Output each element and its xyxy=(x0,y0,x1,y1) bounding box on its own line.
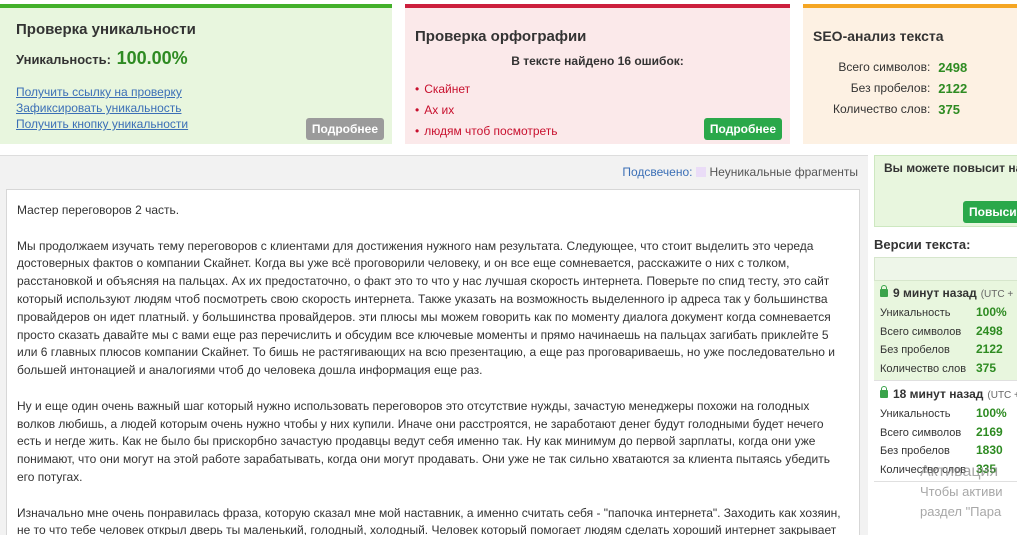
text-paragraph: Мы продолжаем изучать тему переговоров с… xyxy=(17,238,835,378)
seo-label: Количество слов: xyxy=(833,102,931,116)
highlight-swatch-icon xyxy=(696,167,707,177)
version-label: Всего символов xyxy=(880,426,962,439)
uniqueness-line: Уникальность: 100.00% xyxy=(16,48,188,69)
version-time: 9 минут назад (UTC + xyxy=(880,284,1017,304)
promo-button[interactable]: Повысит xyxy=(963,201,1017,223)
version-label: Всего символов xyxy=(880,325,962,338)
version-row: Без пробелов 2122 xyxy=(880,341,1017,360)
seo-label: Всего символов: xyxy=(838,60,931,74)
version-label: Без пробелов xyxy=(880,445,950,457)
version-time-text: 9 минут назад xyxy=(893,286,977,300)
seo-label: Без пробелов: xyxy=(850,81,931,95)
versions-title: Версии текста: xyxy=(874,237,971,252)
version-time-text: 18 минут назад xyxy=(893,387,984,401)
spelling-panel: Проверка орфографии В тексте найдено 16 … xyxy=(405,4,790,144)
version-label: Уникальность xyxy=(880,408,951,420)
seo-value: 2122 xyxy=(938,81,968,96)
seo-row-total-chars: Всего символов: 2498 xyxy=(833,57,967,78)
version-row: Всего символов 2169 xyxy=(880,424,1017,443)
fix-uniqueness-link[interactable]: Зафиксировать уникальность xyxy=(16,100,188,116)
text-paragraph: Мастер переговоров 2 часть. xyxy=(17,203,180,217)
version-row: Уникальность 100% xyxy=(880,405,1017,424)
version-utc: (UTC + xyxy=(987,390,1017,401)
uniqueness-title: Проверка уникальности xyxy=(16,21,196,38)
highlight-legend-item: Неуникальные фрагменты xyxy=(709,165,858,179)
seo-value: 2498 xyxy=(938,60,968,75)
text-paragraph: Изначально мне очень понравилась фраза, … xyxy=(17,505,841,535)
uniqueness-value: 100.00% xyxy=(116,48,188,68)
spelling-details-button[interactable]: Подробнее xyxy=(703,118,782,140)
seo-value: 375 xyxy=(938,102,960,117)
version-utc: (UTC + xyxy=(980,289,1014,300)
seo-panel: SEO-анализ текста Всего символов: 2498 Б… xyxy=(803,4,1017,144)
highlight-legend: Подсвечено: Неуникальные фрагменты xyxy=(622,165,858,179)
version-value: 2169 xyxy=(976,424,1003,439)
lock-icon xyxy=(880,285,888,297)
seo-row-word-count: Количество слов: 375 xyxy=(833,99,967,120)
spelling-found-count: В тексте найдено 16 ошибок: xyxy=(511,54,684,68)
activation-line: раздел "Пара xyxy=(920,504,1002,519)
activation-line: Чтобы активи xyxy=(920,484,1003,499)
version-value: 100% xyxy=(976,305,1007,319)
lock-icon xyxy=(880,386,888,398)
uniqueness-label: Уникальность: xyxy=(16,52,111,67)
version-value: 100% xyxy=(976,406,1007,420)
version-value: 2498 xyxy=(976,323,1003,338)
checked-text[interactable]: Мастер переговоров 2 часть. Мы продолжае… xyxy=(6,189,860,535)
spelling-error-list: Скайнет Ах их людям чтоб посмотреть xyxy=(415,79,558,142)
spelling-error-item[interactable]: людям чтоб посмотреть xyxy=(415,121,557,142)
version-item[interactable]: 9 минут назад (UTC + Уникальность 100% Все… xyxy=(874,281,1017,381)
uniqueness-links: Получить ссылку на проверку Зафиксироват… xyxy=(16,84,188,132)
version-time: 18 минут назад (UTC + xyxy=(880,385,1017,405)
spelling-error-item[interactable]: Скайнет xyxy=(415,79,558,100)
version-label: Уникальность xyxy=(880,307,951,319)
version-row: Количество слов 375 xyxy=(880,360,1017,379)
version-label: Без пробелов xyxy=(880,344,950,356)
version-row: Уникальность 100% xyxy=(880,304,1017,323)
version-row: Всего символов 2498 xyxy=(880,323,1017,342)
promo-box: Вы можете повысит нашей Бир Повысит xyxy=(874,155,1017,227)
seo-stats-table: Всего символов: 2498 Без пробелов: 2122 … xyxy=(833,57,967,120)
spelling-title: Проверка орфографии xyxy=(415,28,587,45)
version-value: 1830 xyxy=(976,443,1003,457)
get-check-link[interactable]: Получить ссылку на проверку xyxy=(16,84,188,100)
versions-header xyxy=(874,257,1017,281)
seo-row-no-spaces: Без пробелов: 2122 xyxy=(833,78,967,99)
activation-title: Активация xyxy=(920,463,999,480)
spelling-error-item[interactable]: Ах их xyxy=(415,100,558,121)
text-paragraph: Ну и еще один очень важный шаг который н… xyxy=(17,398,830,484)
activation-watermark: Активация Чтобы активи раздел "Пара xyxy=(920,462,1017,522)
highlight-legend-label[interactable]: Подсвечено: xyxy=(622,165,692,179)
promo-text: Вы можете повысит нашей Бир xyxy=(884,161,1017,175)
version-value: 2122 xyxy=(976,342,1003,356)
get-uniqueness-button-link[interactable]: Получить кнопку уникальности xyxy=(16,116,188,132)
version-value: 375 xyxy=(976,360,997,375)
uniqueness-panel: Проверка уникальности Уникальность: 100.… xyxy=(0,4,392,144)
version-row: Без пробелов 1830 xyxy=(880,442,1017,461)
seo-title: SEO-анализ текста xyxy=(813,28,944,44)
text-area-container: Подсвечено: Неуникальные фрагменты Мастер… xyxy=(0,155,868,535)
uniqueness-details-button[interactable]: Подробнее xyxy=(305,118,384,140)
version-label: Количество слов xyxy=(880,362,967,375)
